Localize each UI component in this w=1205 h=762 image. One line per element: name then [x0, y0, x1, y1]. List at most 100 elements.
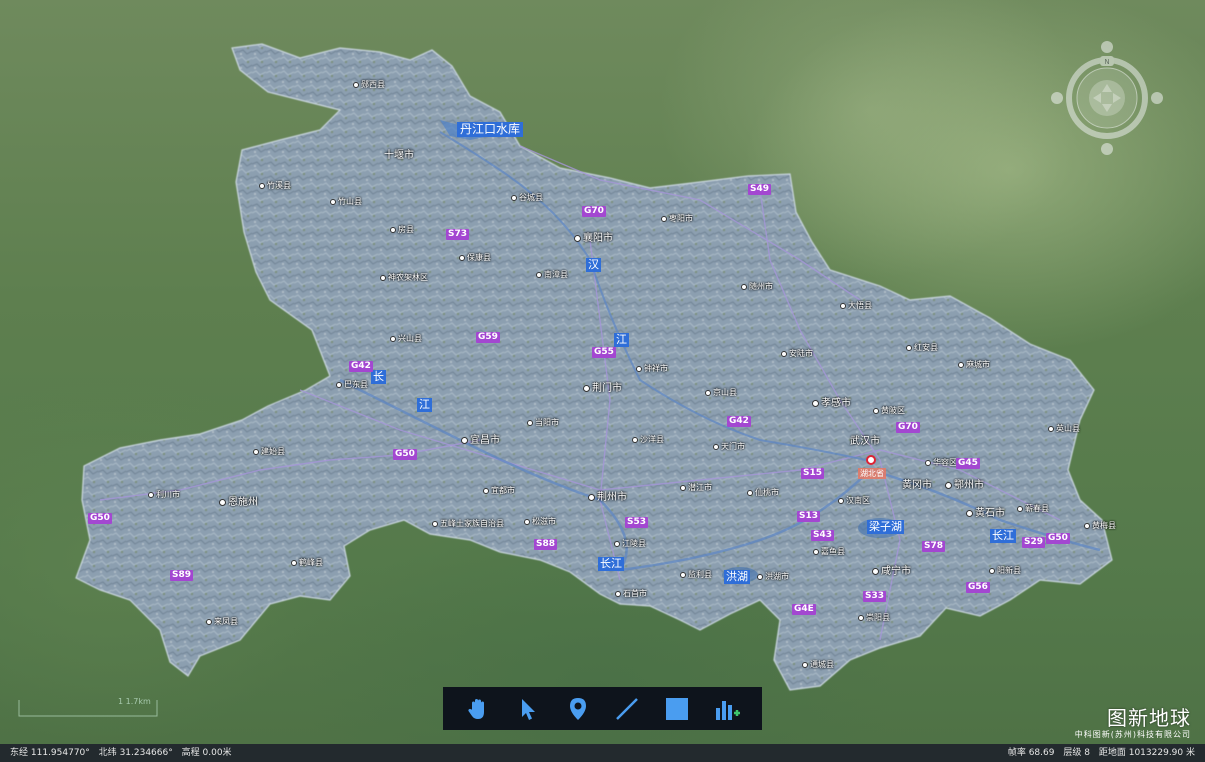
river-label-han-1: 汉 [586, 258, 601, 272]
place-zaoyang: 枣阳市 [661, 214, 693, 224]
place-jingzhou: 荆州市 [588, 492, 627, 504]
hand-icon [468, 698, 484, 719]
capital-marker-icon[interactable] [866, 455, 876, 465]
river-label-chang-2: 江 [417, 398, 432, 412]
place-jingmen: 荆门市 [583, 383, 622, 395]
reservoir-label: 丹江口水库 [457, 122, 524, 137]
highway-s53: S53 [625, 517, 649, 528]
fps-value: 68.69 [1028, 748, 1055, 758]
province-map [75, 43, 1113, 691]
elevation-value: 0.00米 [202, 748, 232, 758]
place-honghushi: 洪湖市 [757, 572, 789, 582]
highway-s29: S29 [1022, 537, 1046, 548]
select-tool-button[interactable] [513, 694, 543, 724]
place-nanzhang: 南漳县 [536, 270, 568, 280]
line-tool-button[interactable] [612, 694, 642, 724]
highway-g50-yichang: G50 [393, 449, 417, 460]
rect-tool-button[interactable] [662, 694, 692, 724]
place-jingshan: 京山县 [705, 388, 737, 398]
rectangle-draw-icon [666, 697, 689, 720]
place-wuhan: 武汉市 [850, 436, 880, 447]
lake-label-liangzihu: 梁子湖 [867, 520, 904, 534]
highway-s33: S33 [863, 591, 887, 602]
lake-label-honghu: 洪湖 [724, 570, 750, 584]
longitude-value: 111.954770° [30, 748, 90, 758]
place-zhushan: 竹山县 [330, 197, 362, 207]
status-view-info: 帧率 68.69 层级 8 距地面 1013229.90 米 [1008, 744, 1195, 762]
marker-tool-button[interactable] [563, 694, 593, 724]
highway-g70: G70 [582, 206, 606, 217]
place-huangshi: 黄石市 [966, 508, 1005, 520]
highway-s43: S43 [811, 530, 835, 541]
distance-value: 1013229.90 米 [1128, 748, 1195, 758]
location-pin-icon [569, 697, 586, 720]
highway-g55: G55 [592, 347, 616, 358]
place-hongan: 红安县 [906, 343, 938, 353]
place-jianli: 监利县 [680, 570, 712, 580]
status-coordinates: 东经 111.954770° 北纬 31.234666° 高程 0.00米 [10, 744, 238, 762]
place-yangxin: 阳新县 [989, 566, 1021, 576]
highway-g70-east: G70 [896, 422, 920, 433]
place-ezhou: 鄂州市 [945, 480, 984, 492]
place-shishou: 石首市 [615, 589, 647, 599]
place-dawu: 大悟县 [840, 301, 872, 311]
place-shiyan: 十堰市 [384, 150, 414, 161]
place-shennongjia: 神农架林区 [380, 273, 428, 283]
place-laifeng: 来凤县 [206, 617, 238, 627]
place-huarong: 华容区 [925, 458, 957, 468]
highway-g56: G56 [966, 582, 990, 593]
place-baokang: 保康县 [459, 253, 491, 263]
drawing-toolbar [443, 687, 762, 730]
highway-s89: S89 [170, 570, 194, 581]
place-huangmei: 黄梅县 [1084, 521, 1116, 531]
place-xingshan: 兴山县 [390, 334, 422, 344]
place-tianmen: 天门市 [713, 442, 745, 452]
place-shayang: 沙洋县 [632, 435, 664, 445]
rotate-right-icon[interactable] [1151, 92, 1163, 104]
rotate-left-icon[interactable] [1051, 92, 1063, 104]
map-viewport[interactable]: 丹江口水库 汉 江 长 江 长江 长江 洪湖 梁子湖 郧西县 十堰市 竹溪县 竹… [0, 0, 1205, 744]
place-xianning: 咸宁市 [872, 566, 911, 578]
scale-label: 1 1.7km [118, 697, 151, 706]
place-huangpi: 黄陂区 [873, 406, 905, 416]
highway-g59: G59 [476, 332, 500, 343]
place-xiantao: 仙桃市 [747, 488, 779, 498]
place-dangyang: 当阳市 [527, 418, 559, 428]
brand-company: 中科图新(苏州)科技有限公司 [1074, 730, 1191, 739]
river-label-han-2: 江 [614, 333, 629, 347]
highway-g4e: G4E [792, 604, 816, 615]
zoom-in-icon[interactable] [1101, 41, 1113, 53]
place-zhuxi: 竹溪县 [259, 181, 291, 191]
highway-g42-east: G42 [727, 416, 751, 427]
place-xiangyang: 襄阳市 [574, 233, 613, 245]
pan-tool-button[interactable] [463, 694, 493, 724]
highway-s13: S13 [797, 511, 821, 522]
place-huanggang: 黄冈市 [902, 480, 932, 491]
highway-g45: G45 [956, 458, 980, 469]
highway-s15: S15 [801, 468, 825, 479]
chart-tool-button[interactable] [712, 694, 742, 724]
river-label-chang-4: 长江 [990, 529, 1016, 543]
brand-name: 图新地球 [1107, 706, 1191, 730]
zoom-out-icon[interactable] [1101, 143, 1113, 155]
level-value: 8 [1084, 748, 1090, 758]
latitude-value: 31.234666° [119, 748, 173, 758]
brand-block: 图新地球 中科图新(苏州)科技有限公司 [1075, 706, 1191, 740]
place-wufeng: 五峰土家族自治县 [432, 519, 504, 529]
place-anlu: 安陆市 [781, 349, 813, 359]
place-fangxian: 房县 [390, 225, 414, 235]
place-tongcheng: 通城县 [802, 660, 834, 670]
highway-s78: S78 [922, 541, 946, 552]
place-macheng: 麻城市 [958, 360, 990, 370]
north-label: N [1104, 58, 1109, 66]
place-enshi: 恩施州 [219, 497, 258, 509]
place-jiayu: 嘉鱼县 [813, 547, 845, 557]
highway-g50-east: G50 [1046, 533, 1070, 544]
place-yichang: 宜昌市 [461, 435, 500, 447]
capital-label: 湖北省 [858, 468, 886, 479]
compass-navigator[interactable]: N [1050, 40, 1164, 156]
place-hefeng: 鹤峰县 [291, 558, 323, 568]
place-zhongxiang: 钟祥市 [636, 364, 668, 374]
line-draw-icon [616, 697, 639, 720]
elevation-label: 高程 [181, 748, 200, 758]
